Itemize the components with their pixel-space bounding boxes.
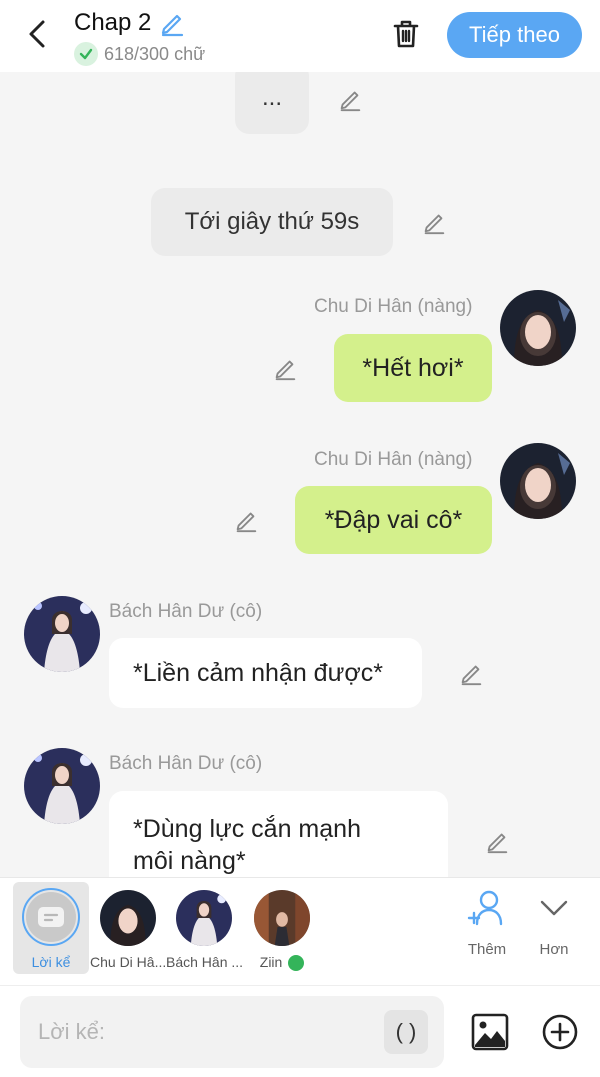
more-label: Hơn	[539, 941, 569, 958]
back-button[interactable]	[20, 14, 54, 54]
input-bar: ( )	[0, 985, 600, 1077]
message-text-line: môi nàng*	[133, 847, 246, 875]
character-label: Bách Hân ...	[166, 954, 242, 970]
word-count: 618/300 chữ	[104, 43, 206, 64]
pencil-icon	[461, 665, 482, 686]
avatar[interactable]	[24, 748, 100, 824]
add-label: Thêm	[467, 941, 507, 958]
message-text: *Đập vai cô*	[324, 505, 463, 534]
sender-name: Chu Di Hân (nàng)	[314, 296, 473, 317]
avatar	[100, 890, 156, 946]
chat-area[interactable]: ... Tới giây thứ 59s Chu Di Hân (nàng) *…	[0, 72, 600, 877]
narration-bubble[interactable]: Tới giây thứ 59s	[151, 188, 393, 256]
pencil-icon	[275, 360, 296, 381]
edit-message-button[interactable]	[417, 205, 451, 239]
image-button[interactable]	[470, 1012, 510, 1052]
check-icon	[74, 42, 98, 66]
edit-message-button[interactable]	[268, 351, 302, 385]
pencil-icon	[236, 512, 257, 533]
add-button[interactable]	[540, 1012, 580, 1052]
message-input[interactable]	[20, 996, 444, 1068]
message-text: Tới giây thứ 59s	[184, 208, 360, 235]
chevron-left-icon	[29, 20, 45, 48]
avatar	[176, 890, 232, 946]
chapter-title: Chap 2	[74, 9, 152, 36]
message-bubble[interactable]: *Đập vai cô*	[295, 486, 492, 554]
pencil-icon	[424, 214, 445, 235]
more-button[interactable]: Hơn	[524, 888, 584, 958]
narration-icon	[26, 892, 76, 942]
next-button[interactable]: Tiếp theo	[447, 12, 582, 58]
pencil-icon	[162, 14, 184, 37]
trash-icon	[393, 20, 419, 48]
message-text: *Liền cảm nhận được*	[133, 658, 383, 687]
character-chu-di-han[interactable]: Chu Di Hâ...	[90, 882, 166, 974]
character-bar: Lời kể Chu Di Hâ... Bách Hân ... Ziin Th…	[0, 877, 600, 985]
pencil-icon	[487, 833, 508, 854]
pencil-icon	[340, 91, 361, 112]
image-icon	[471, 1013, 509, 1051]
edit-message-button[interactable]	[480, 824, 514, 858]
message-bubble[interactable]: *Dùng lực cắn mạnh môi nàng*	[109, 791, 448, 877]
message-text: *Hết hơi*	[362, 353, 464, 382]
character-narrator[interactable]: Lời kể	[13, 882, 89, 974]
character-label: Ziin	[244, 954, 320, 972]
message-bubble[interactable]: *Hết hơi*	[334, 334, 492, 402]
character-label: Lời kể	[31, 954, 71, 970]
edit-message-button[interactable]	[333, 82, 367, 116]
edit-message-button[interactable]	[229, 503, 263, 537]
character-bach-han-du[interactable]: Bách Hân ...	[166, 882, 242, 974]
narration-bubble[interactable]: ...	[235, 72, 309, 134]
add-user-icon	[467, 890, 503, 926]
avatar[interactable]	[500, 290, 576, 366]
sender-name: Chu Di Hân (nàng)	[314, 449, 473, 470]
top-bar: Chap 2 618/300 chữ Tiếp theo	[0, 0, 600, 72]
sender-name: Bách Hân Dư (cô)	[109, 601, 263, 622]
sender-name: Bách Hân Dư (cô)	[109, 753, 263, 774]
message-bubble[interactable]: *Liền cảm nhận được*	[109, 638, 422, 708]
badge-icon	[288, 955, 305, 972]
chapter-info: Chap 2 618/300 chữ	[74, 8, 205, 66]
parentheses-button[interactable]: ( )	[384, 1010, 428, 1054]
edit-title-button[interactable]	[157, 8, 187, 38]
message-text: ...	[261, 84, 282, 111]
message-text-line: *Dùng lực cắn mạnh	[133, 815, 361, 843]
edit-message-button[interactable]	[454, 656, 488, 690]
avatar[interactable]	[500, 443, 576, 519]
avatar	[254, 890, 310, 946]
add-character-button[interactable]: Thêm	[457, 888, 517, 958]
avatar[interactable]	[24, 596, 100, 672]
chevron-down-icon	[540, 900, 568, 916]
plus-circle-icon	[542, 1014, 578, 1050]
delete-button[interactable]	[386, 14, 426, 54]
character-label: Chu Di Hâ...	[90, 954, 166, 970]
character-ziin[interactable]: Ziin	[244, 882, 320, 974]
